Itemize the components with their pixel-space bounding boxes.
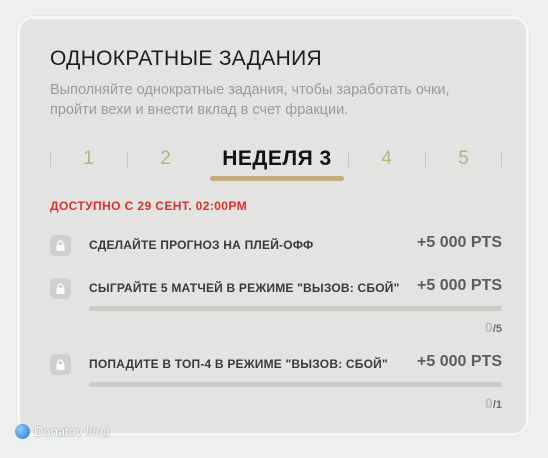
lock-icon [50,354,71,375]
availability-notice: ДОСТУПНО С 29 СЕНТ. 02:00PM [50,199,248,213]
task-progress-bar [89,306,502,311]
tab-week-3[interactable]: НЕДЕЛЯ 3 [204,142,350,176]
task-label: СЫГРАЙТЕ 5 МАТЧЕЙ В РЕЖИМЕ "ВЫЗОВ: СБОЙ" [89,281,400,295]
task-progress-counter: 0/5 [485,319,502,337]
lock-icon [50,278,71,299]
tab-week-5[interactable]: 5 [425,142,502,176]
tab-divider [501,151,502,167]
tab-week-2[interactable]: 2 [127,142,204,176]
tab-week-4[interactable]: 4 [348,142,425,176]
task-item: СДЕЛАЙТЕ ПРОГНОЗ НА ПЛЕЙ-ОФФ +5 000 PTS [50,234,502,259]
task-label: СДЕЛАЙТЕ ПРОГНОЗ НА ПЛЕЙ-ОФФ [89,238,314,252]
page-title: ОДНОКРАТНЫЕ ЗАДАНИЯ [50,47,322,70]
task-label: ПОПАДИТЕ В ТОП-4 В РЕЖИМЕ "ВЫЗОВ: СБОЙ" [89,357,388,371]
task-points: +5 000 PTS [417,353,502,370]
task-points: +5 000 PTS [417,277,502,294]
one-time-tasks-card: ОДНОКРАТНЫЕ ЗАДАНИЯ Выполняйте однократн… [17,16,529,436]
progress-current: 0 [485,395,493,411]
progress-current: 0 [485,319,493,335]
progress-total: /1 [492,399,502,411]
active-tab-underline [210,176,344,181]
task-item: СЫГРАЙТЕ 5 МАТЧЕЙ В РЕЖИМЕ "ВЫЗОВ: СБОЙ"… [50,277,502,338]
week-tabs: 1 2 НЕДЕЛЯ 3 4 5 [50,142,502,182]
watermark: Donatov blog [15,424,110,439]
page-subtitle: Выполняйте однократные задания, чтобы за… [50,82,450,118]
watermark-suffix: blog [85,425,110,438]
tab-week-1[interactable]: 1 [50,142,127,176]
task-item: ПОПАДИТЕ В ТОП-4 В РЕЖИМЕ "ВЫЗОВ: СБОЙ" … [50,353,502,414]
watermark-name: Donatov [34,424,83,439]
globe-icon [15,424,30,439]
task-progress-counter: 0/1 [485,395,502,413]
task-progress-bar [89,382,502,387]
lock-icon [50,235,71,256]
task-points: +5 000 PTS [417,234,502,251]
progress-total: /5 [492,323,502,335]
